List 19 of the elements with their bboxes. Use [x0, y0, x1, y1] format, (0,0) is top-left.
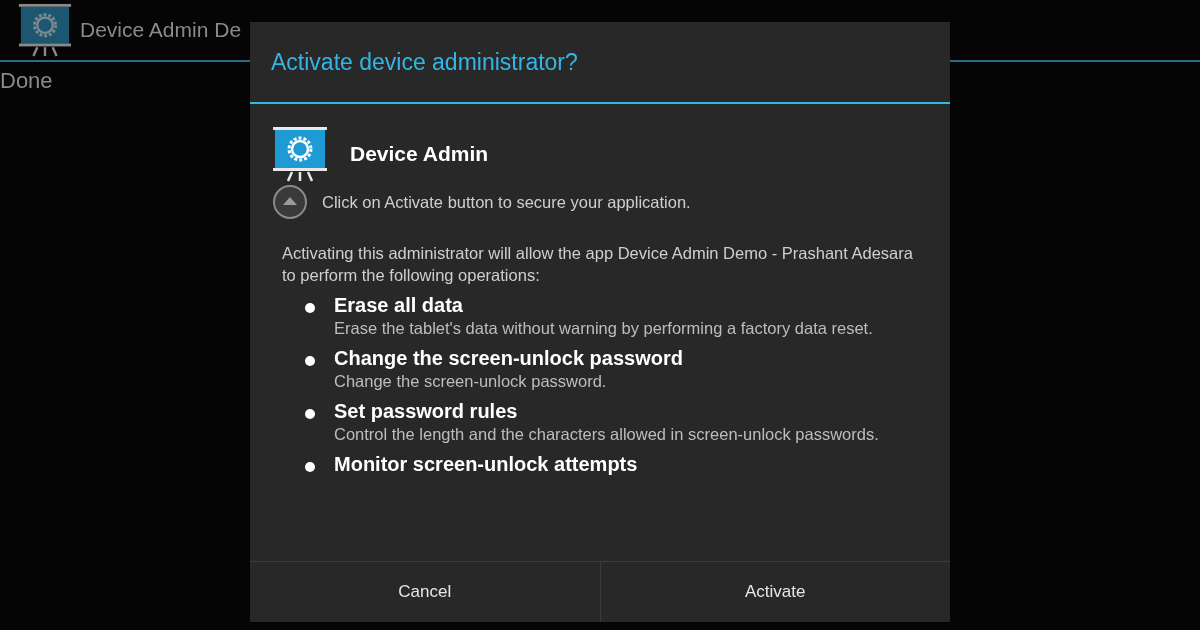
- policy-detail: Erase the tablet's data without warning by performing a factory data reset.: [334, 318, 873, 339]
- bullet-icon: [304, 461, 316, 473]
- bullet-icon: [304, 302, 316, 314]
- presentation-gear-icon: [272, 126, 328, 182]
- policy-title: Change the screen-unlock password: [334, 347, 683, 370]
- dialog-title: Activate device administrator?: [250, 22, 950, 104]
- app-name: Device Admin: [350, 142, 489, 166]
- policy-detail: Change the screen-unlock password.: [334, 371, 608, 392]
- bullet-icon: [304, 355, 316, 367]
- policy-title: Set password rules: [334, 400, 518, 423]
- app-title: Device Admin De: [80, 18, 242, 42]
- policy-title: Monitor screen-unlock attempts: [334, 453, 638, 476]
- presentation-gear-icon: [18, 3, 72, 57]
- policy-detail: Control the length and the characters allowed in screen-unlock passwords.: [334, 424, 879, 445]
- bullet-icon: [304, 408, 316, 420]
- app-description: Click on Activate button to secure your application.: [322, 192, 691, 212]
- done-label: Done: [0, 67, 53, 94]
- policy-title: Erase all data: [334, 294, 463, 317]
- intro-text: Activating this administrator will allow the app Device Admin Demo - Prashant Adesara to perform the following operations:: [282, 243, 914, 286]
